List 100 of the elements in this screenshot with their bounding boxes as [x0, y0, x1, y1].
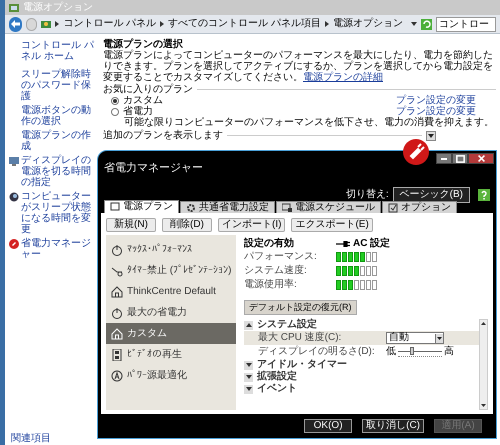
app-title: 省電力マネージャー [104, 163, 204, 174]
section-heading: 電源プランの選択 [103, 39, 184, 50]
toolbar-button[interactable]: 新規(N) [106, 218, 156, 232]
plan-list-item[interactable]: ThinkCentre Default [106, 281, 236, 302]
toolbar-button[interactable]: 削除(D) [162, 218, 212, 232]
plan-list-item[interactable]: 最大の省電力 [106, 302, 236, 323]
checkbox-icon [388, 202, 398, 212]
window-icon [9, 2, 19, 12]
meter-label: 電源使用率: [244, 280, 298, 290]
house-icon [111, 328, 123, 340]
expand-button[interactable] [426, 130, 436, 140]
dropdown-arrow-icon [411, 22, 417, 26]
maximize-icon [456, 154, 464, 162]
setting-row[interactable]: ディスプレイの明るさ(D): 低 高 [244, 345, 479, 359]
plan-name: 省電力 [123, 106, 153, 117]
description-text: 電源プランによってコンピューターのパフォーマンスを最大にしたり、電力を節約したりできます。プランを選択してアクティブにするか、プランを選択してから電力設定を変更することでカスタマイズしてください。電源プランの詳細 [103, 50, 494, 83]
plan-list-item[interactable]: ﾋﾞﾃﾞｵの再生 [106, 344, 236, 365]
related-heading: 関連項目 [10, 434, 52, 445]
search-field[interactable]: コントロー [436, 16, 496, 32]
sidebar-link[interactable]: スリープ解除時のパスワード保護 [21, 69, 97, 102]
setting-row[interactable]: 最大 CPU 速度(C): 自動 [244, 331, 479, 345]
brightness-slider[interactable] [398, 347, 442, 357]
section-title: 拡張設定 [257, 372, 297, 382]
help-icon [478, 189, 490, 201]
monitor-icon [282, 202, 292, 212]
refresh-icon [421, 18, 432, 30]
minimize-icon [441, 158, 447, 160]
caret-icon [437, 336, 442, 340]
sidebar-link[interactable]: 電源ボタンの動作の選択 [21, 105, 97, 127]
house-icon [111, 286, 123, 298]
radio-button[interactable] [111, 108, 119, 116]
details-link[interactable]: 電源プランの詳細 [303, 72, 383, 83]
switch-label: 切り替え: [346, 190, 389, 200]
tab[interactable]: オプション [382, 201, 457, 213]
minimize-button[interactable] [436, 153, 452, 164]
ac-settings-label: AC 設定 [353, 238, 390, 248]
plan-list-item[interactable]: ﾊﾟﾜｰ源最適化 [106, 365, 236, 386]
separator-icon [160, 21, 164, 27]
plan-settings-link[interactable]: プラン設定の変更 [396, 106, 476, 117]
letter-a-icon [111, 370, 123, 382]
expand-button[interactable] [244, 372, 253, 382]
maximize-button[interactable] [452, 153, 468, 164]
sidebar-link[interactable]: コントロール パネル ホーム [9, 40, 97, 62]
sidebar-link[interactable]: コンピューターがスリープ状態になる時間を変更 [21, 191, 97, 235]
plan-list-item[interactable]: カスタム [106, 323, 236, 344]
more-plans-label: 追加のプランを表示します [103, 130, 223, 141]
meter-label: パフォーマンス: [244, 252, 318, 262]
gear-icon [186, 202, 196, 212]
dialog-button[interactable]: OK(O) [304, 419, 352, 433]
breadcrumb[interactable]: すべてのコントロール パネル項目 [168, 19, 321, 29]
breadcrumb[interactable]: 電源オプション [333, 19, 403, 29]
separator-icon [55, 21, 60, 27]
monitor-icon [9, 156, 19, 166]
slider-thumb[interactable] [410, 347, 414, 355]
radio-button[interactable] [111, 96, 119, 104]
film-icon [111, 348, 123, 360]
page-icon [110, 202, 120, 212]
toolbar-button[interactable]: エクスポート(E) [291, 218, 373, 232]
plan-list-item[interactable]: ﾀｲﾏｰ禁止 (ﾌﾟﾚｾﾞﾝﾃｰｼｮﾝ) [106, 260, 236, 281]
back-button[interactable] [9, 16, 22, 32]
caret-icon [428, 134, 434, 138]
setting-label: 最大 CPU 速度(C): [258, 333, 342, 343]
tab[interactable]: 電源プラン [104, 200, 179, 213]
slider-max-label: 高 [444, 347, 454, 357]
settings-label: 設定の有効 [244, 238, 295, 248]
scroll-up-icon[interactable] [480, 320, 487, 327]
plan-settings-link[interactable]: プラン設定の変更 [396, 95, 476, 106]
separator-icon [325, 21, 329, 27]
plan-description: 可能な限りコンピューターのパフォーマンスを低下させ、電力の消費を抑えます。 [123, 117, 495, 128]
close-button[interactable] [468, 153, 494, 164]
collapse-button[interactable] [244, 320, 253, 330]
scrollbar[interactable] [479, 319, 488, 410]
expand-button[interactable] [244, 384, 253, 394]
close-icon [478, 155, 484, 162]
tab[interactable]: 共通省電力設定 [180, 201, 275, 213]
scroll-down-icon[interactable] [480, 402, 487, 409]
power-icon [111, 244, 123, 256]
meter-label: システム速度: [244, 266, 308, 276]
tab[interactable]: 電源スケジュール [276, 201, 381, 213]
basic-mode-button[interactable]: ベーシック(B) [392, 187, 470, 203]
setting-label: ディスプレイの明るさ(D): [258, 347, 376, 357]
plan-list-item[interactable]: ﾏｯｸｽ･ﾊﾟﾌｫｰﾏﾝｽ [106, 239, 236, 260]
dialog-button[interactable]: 取り消し(C) [362, 419, 424, 433]
restore-defaults-button[interactable]: デフォルト設定の復元(R) [244, 300, 356, 315]
breadcrumb[interactable]: コントロール パネル [63, 19, 156, 29]
section-title: システム設定 [257, 320, 317, 330]
group-label: お気に入りのプラン [103, 84, 193, 95]
section-title: イベント [257, 384, 297, 394]
sidebar-link[interactable]: ディスプレイの電源を切る時間の指定 [21, 155, 97, 188]
control-panel-icon [41, 19, 52, 29]
slider-min-label: 低 [386, 347, 396, 357]
toolbar-button[interactable]: インポート(I) [218, 218, 286, 232]
expand-button[interactable] [244, 360, 253, 370]
cpu-speed-dropdown[interactable]: 自動 [386, 332, 444, 344]
power-icon [111, 306, 123, 318]
sidebar-link[interactable]: 省電力マネージャー [21, 238, 97, 260]
section-title: アイドル・タイマー [257, 360, 347, 370]
back-arrow-icon [10, 20, 20, 28]
sidebar-link[interactable]: 電源プランの作成 [21, 130, 97, 152]
plan-name: カスタム [123, 95, 163, 106]
